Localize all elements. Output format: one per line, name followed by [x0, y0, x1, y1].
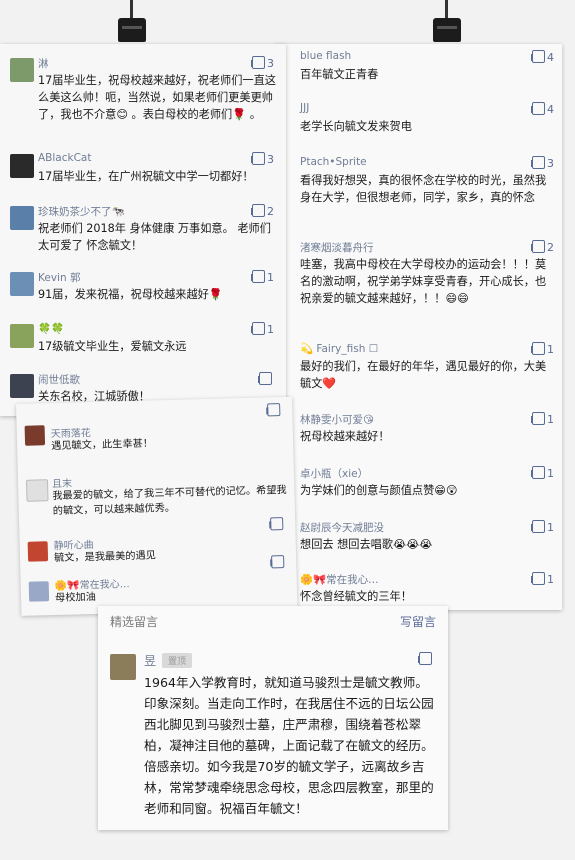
- thumb-up-icon: [258, 372, 272, 385]
- comment-text: 祝母校越来越好！: [300, 430, 390, 443]
- comment-text: 我最爱的毓文，给了我三年不可替代的记忆。希望我的毓文，可以越来越优秀。: [52, 484, 287, 518]
- thumb-up-icon: [531, 156, 545, 169]
- avatar[interactable]: [110, 654, 136, 680]
- like-button[interactable]: 1: [531, 520, 554, 534]
- thumb-up-icon: [251, 204, 265, 217]
- avatar[interactable]: [28, 581, 50, 602]
- comment-author[interactable]: 昱置顶: [144, 652, 193, 669]
- avatar[interactable]: [25, 479, 49, 502]
- like-button[interactable]: [271, 555, 286, 569]
- thumb-up-icon: [270, 517, 284, 531]
- comment-item: 且末 我最爱的毓文，给了我三年不可替代的记忆。希望我的毓文，可以越来越优秀。: [18, 467, 294, 517]
- comment-card-middle: 天雨落花 遇见毓文，此生幸甚！ 且末 我最爱的毓文，给了我三年不可替代的记忆。希…: [16, 396, 298, 616]
- pinned-badge: 置顶: [162, 653, 193, 668]
- like-button[interactable]: 4: [531, 50, 554, 64]
- comment-author[interactable]: 淋: [38, 56, 49, 71]
- comment-card-left: 淋 3 17届毕业生，祝母校越来越好，祝老师们一直这么美这么帅！呃，当然说，如果…: [0, 44, 286, 416]
- comment-author[interactable]: 赵尉辰今天减肥没: [300, 520, 384, 535]
- comment-text: 最好的我们，在最好的年华，遇见最好的你，大美毓文❤️: [300, 360, 547, 390]
- featured-comments-card: 精选留言 写留言 昱置顶 1964年入学教育时，就知道马骏烈士是毓文教师。印象深…: [98, 606, 448, 830]
- comment-text: 91届，发来祝福，祝母校越来越好🌹: [38, 288, 223, 301]
- like-button[interactable]: 2: [531, 240, 554, 254]
- like-button[interactable]: 1: [531, 412, 554, 426]
- avatar[interactable]: [24, 425, 46, 446]
- binder-clip-left: [114, 0, 150, 50]
- comment-item: 静听心曲 毓文，是我最美的遇见: [19, 517, 295, 564]
- comment-text: 想回去 想回去唱歌😭😭😭: [300, 538, 433, 551]
- like-button[interactable]: 1: [251, 270, 274, 284]
- like-button[interactable]: 1: [531, 466, 554, 480]
- comment-text: 祝老师们 2018年 身体健康 万事如意。 老师们太可爱了 怀念毓文！: [38, 222, 271, 252]
- thumb-up-icon: [531, 102, 545, 115]
- comment-author[interactable]: 💫 Fairy_fish ☐: [300, 342, 378, 355]
- like-button[interactable]: [418, 652, 434, 666]
- comment-author[interactable]: ABlackCat: [38, 152, 91, 164]
- like-button[interactable]: [267, 403, 282, 417]
- like-button[interactable]: 3: [531, 156, 554, 170]
- comment-author[interactable]: JJJ: [300, 102, 309, 114]
- comment-item: 天雨落花 遇见毓文，此生幸甚！: [17, 403, 293, 452]
- comment-text: 1964年入学教育时，就知道马骏烈士是毓文教师。印象深刻。当走向工作时，在我居住…: [144, 675, 434, 816]
- comment-text: 百年毓文正青春: [300, 68, 379, 81]
- comment-text: 怀念曾经毓文的三年！: [300, 590, 412, 603]
- comment-author[interactable]: 渚寒烟淡暮舟行: [300, 240, 374, 255]
- like-button[interactable]: 2: [251, 204, 274, 218]
- like-button[interactable]: [258, 372, 274, 386]
- comment-text: 哇塞，我高中母校在大学母校办的运动会！！！莫名的激动啊，祝学弟学妹享受青春，开心…: [300, 258, 547, 305]
- comment-author[interactable]: blue flash: [300, 50, 351, 62]
- thumb-up-icon: [531, 342, 545, 355]
- avatar[interactable]: [10, 324, 34, 348]
- comment-text: 17届毕业生，在广州祝毓文中学一切都好！: [38, 170, 254, 183]
- comment-author[interactable]: 珍珠奶茶少不了🐄: [38, 204, 125, 219]
- comment-text: 17届毕业生，祝母校越来越好，祝老师们一直这么美这么帅！呃，当然说，如果老师们更…: [38, 74, 276, 121]
- featured-label: 精选留言: [110, 615, 159, 629]
- like-button[interactable]: 3: [251, 56, 274, 70]
- comment-text: 看得我好想哭，真的很怀念在学校的时光，虽然我身在大学，但很想老师，同学，家乡，真…: [300, 174, 547, 204]
- avatar[interactable]: [27, 541, 49, 562]
- comment-card-right: blue flash 4 百年毓文正青春 JJJ 4 老学长向毓文发来贺电 Pt…: [274, 44, 562, 610]
- comment-item: 🌼🎀常在我心… 母校加油: [21, 555, 297, 604]
- featured-header: 精选留言 写留言: [98, 606, 448, 632]
- comment-author[interactable]: 闹世低歌: [38, 372, 80, 387]
- avatar[interactable]: [10, 206, 34, 230]
- comment-text: 为学妹们的创意与颜值点赞😁😲: [300, 484, 458, 497]
- thumb-up-icon: [531, 50, 545, 63]
- like-button[interactable]: 3: [251, 152, 274, 166]
- avatar[interactable]: [10, 58, 34, 82]
- like-button[interactable]: 1: [531, 342, 554, 356]
- comment-author[interactable]: 🌼🎀常在我心…: [300, 572, 379, 587]
- avatar[interactable]: [10, 374, 34, 398]
- thumb-up-icon: [531, 572, 545, 585]
- like-button[interactable]: [270, 517, 285, 531]
- thumb-up-icon: [251, 56, 265, 69]
- thumb-up-icon: [531, 240, 545, 253]
- thumb-up-icon: [418, 652, 432, 665]
- comment-author[interactable]: 🍀🍀: [38, 322, 64, 335]
- like-button[interactable]: 4: [531, 102, 554, 116]
- thumb-up-icon: [531, 412, 545, 425]
- thumb-up-icon: [267, 403, 281, 417]
- avatar[interactable]: [10, 272, 34, 296]
- avatar[interactable]: [10, 154, 34, 178]
- comment-text: 17级毓文毕业生，爱毓文永远: [38, 340, 187, 353]
- thumb-up-icon: [271, 555, 285, 569]
- thumb-up-icon: [531, 466, 545, 479]
- comment-author[interactable]: 卓小瓶（xie）: [300, 466, 368, 481]
- thumb-up-icon: [251, 322, 265, 335]
- comment-author[interactable]: Ptach•Sprite: [300, 156, 367, 168]
- like-button[interactable]: 1: [251, 322, 274, 336]
- binder-clip-right: [429, 0, 465, 50]
- thumb-up-icon: [531, 520, 545, 533]
- write-comment-link[interactable]: 写留言: [400, 613, 436, 630]
- comment-author[interactable]: Kevin 郭: [38, 270, 80, 285]
- thumb-up-icon: [251, 270, 265, 283]
- thumb-up-icon: [251, 152, 265, 165]
- like-button[interactable]: 1: [531, 572, 554, 586]
- comment-text: 老学长向毓文发来贺电: [300, 120, 412, 133]
- comment-author[interactable]: 林静雯小可爱😘: [300, 412, 374, 427]
